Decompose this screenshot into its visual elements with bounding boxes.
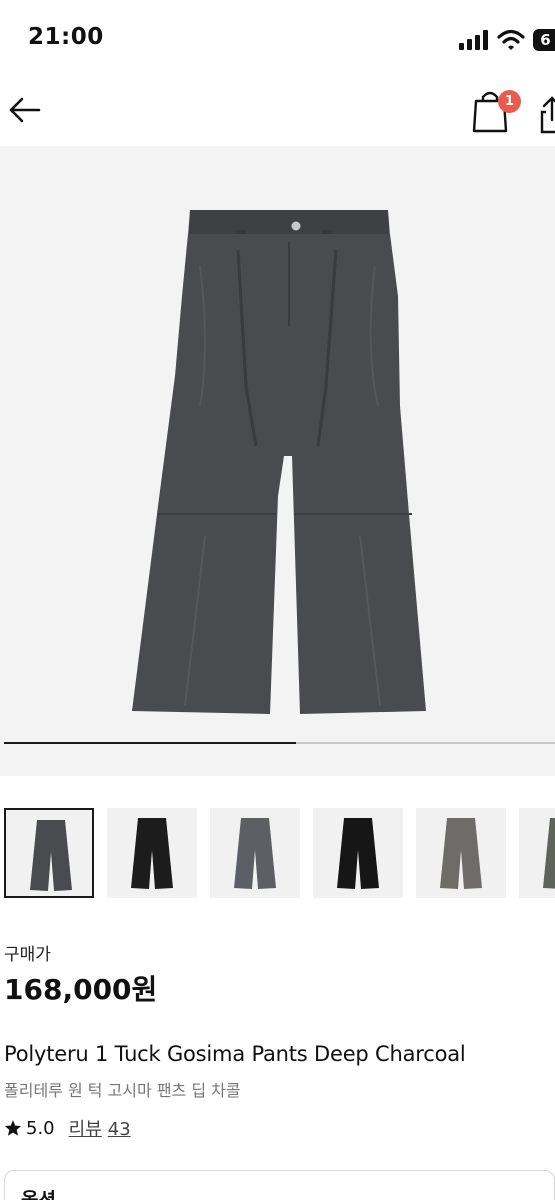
carousel-progress-track [4, 742, 555, 744]
share-icon [540, 96, 555, 134]
product-title: Polyteru 1 Tuck Gosima Pants Deep Charco… [4, 1042, 466, 1066]
status-bar: 21:00 6 [0, 0, 555, 80]
product-thumbnail[interactable] [210, 808, 300, 898]
back-button[interactable] [4, 90, 44, 130]
status-icons: 6 [459, 28, 555, 52]
rating-value: 5.0 [26, 1117, 55, 1139]
price-label: 구매가 [4, 945, 51, 965]
price: 168,000원 [4, 973, 158, 1006]
product-thumbnail[interactable] [416, 808, 506, 898]
thumbnail-pants-image [337, 818, 379, 889]
thumbnail-strip[interactable] [4, 808, 555, 900]
thumbnail-pants-image [440, 818, 482, 889]
review-count: 43 [107, 1119, 131, 1140]
rating-row: 5.0 리뷰 43 [4, 1115, 131, 1141]
cart-button[interactable]: 1 [470, 90, 521, 134]
carousel-progress-fill [4, 742, 297, 744]
cart-count-badge: 1 [498, 90, 521, 113]
thumbnail-pants-image [30, 820, 72, 891]
pants-image [132, 210, 426, 714]
product-subtitle: 폴리테루 원 턱 고시마 팬츠 딥 차콜 [4, 1081, 241, 1100]
thumbnail-pants-image [234, 818, 276, 889]
product-thumbnail[interactable] [4, 808, 94, 898]
status-time: 21:00 [28, 24, 104, 50]
review-link[interactable]: 리뷰 43 [69, 1115, 131, 1141]
thumbnail-pants-image [543, 818, 555, 889]
battery-icon: 6 [533, 29, 555, 51]
arrow-left-icon [9, 97, 41, 123]
product-image-carousel[interactable] [0, 146, 555, 776]
review-label: 리뷰 [68, 1119, 102, 1140]
nav-bar: 1 [0, 80, 555, 146]
cellular-signal-icon [459, 30, 488, 50]
option-selector[interactable]: 옵션 [4, 1170, 555, 1200]
product-thumbnail[interactable] [519, 808, 555, 898]
product-thumbnail[interactable] [107, 808, 197, 898]
product-thumbnail[interactable] [313, 808, 403, 898]
star-icon [4, 1120, 22, 1136]
share-button[interactable] [540, 94, 555, 134]
option-label: 옵션 [21, 1189, 56, 1200]
thumbnail-pants-image [131, 818, 173, 889]
wifi-icon [497, 29, 525, 50]
